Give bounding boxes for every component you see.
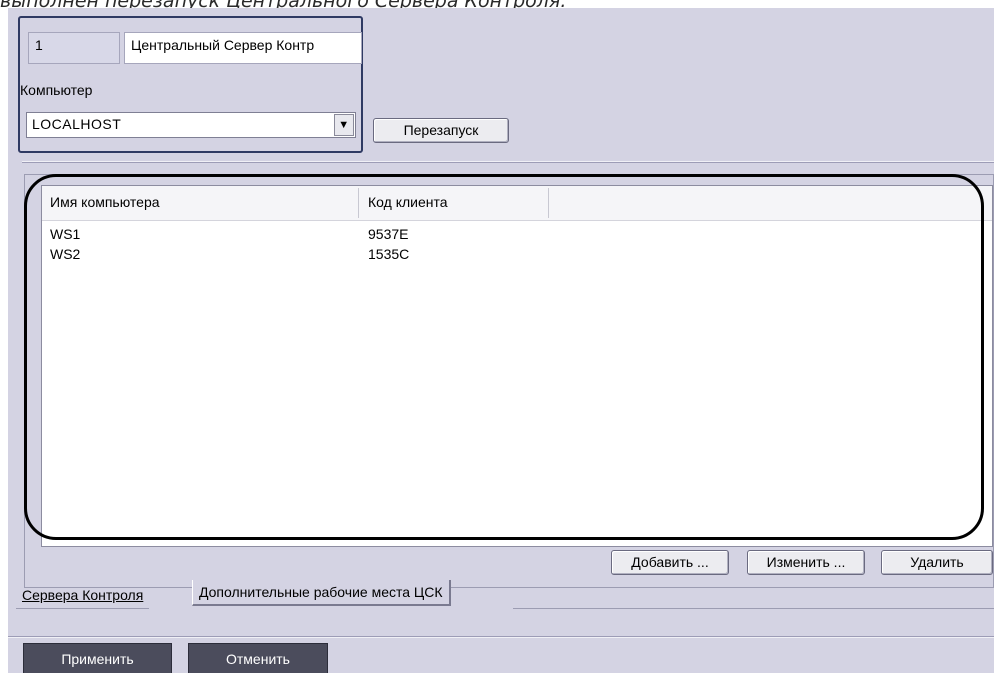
tab-extra-workstations[interactable]: Дополнительные рабочие места ЦСК: [192, 580, 451, 606]
list-header: Имя компьютера Код клиента: [42, 186, 992, 221]
tab-label: Дополнительные рабочие места ЦСК: [199, 584, 443, 600]
table-row[interactable]: WS1 9537E: [42, 226, 992, 246]
computer-label: Компьютер: [20, 82, 93, 98]
delete-button[interactable]: Удалить: [881, 550, 993, 575]
tab-control-servers[interactable]: Сервера Контроля: [16, 583, 150, 609]
cell-computer-name: WS1: [50, 226, 81, 242]
column-header-client-code[interactable]: Код клиента: [368, 194, 448, 210]
table-row[interactable]: WS2 1535C: [42, 246, 992, 266]
settings-panel: 1 Центральный Сервер Контр Компьютер LOC…: [8, 8, 994, 673]
chevron-down-icon[interactable]: ▼: [334, 114, 354, 136]
column-divider[interactable]: [358, 188, 359, 218]
tab-label: Сервера Контроля: [22, 587, 144, 603]
tab-strip-line: [513, 608, 994, 609]
object-header-box: 1 Центральный Сервер Контр Компьютер LOC…: [18, 16, 363, 153]
separator: [8, 637, 994, 638]
restart-button[interactable]: Перезапуск: [373, 118, 509, 143]
cell-client-code: 9537E: [368, 226, 409, 242]
computer-select-value: LOCALHOST: [32, 116, 122, 132]
computer-select[interactable]: LOCALHOST ▼: [26, 112, 356, 138]
workstations-list[interactable]: Имя компьютера Код клиента WS1 9537E WS2…: [41, 185, 993, 547]
separator: [22, 162, 994, 163]
cell-client-code: 1535C: [368, 246, 410, 262]
column-header-computer-name[interactable]: Имя компьютера: [50, 194, 160, 210]
cancel-button[interactable]: Отменить: [188, 643, 328, 673]
tab-content-extra-workstations: Имя компьютера Код клиента WS1 9537E WS2…: [24, 174, 994, 588]
column-divider[interactable]: [548, 188, 549, 218]
settings-window: выполнен перезапуск Центрального Сервера…: [0, 0, 994, 673]
edit-button[interactable]: Изменить ...: [747, 550, 865, 575]
object-id-field[interactable]: 1: [28, 32, 120, 64]
cell-computer-name: WS2: [50, 246, 81, 262]
apply-button[interactable]: Применить: [23, 643, 172, 673]
object-name-field[interactable]: Центральный Сервер Контр: [124, 32, 362, 64]
add-button[interactable]: Добавить ...: [611, 550, 729, 575]
